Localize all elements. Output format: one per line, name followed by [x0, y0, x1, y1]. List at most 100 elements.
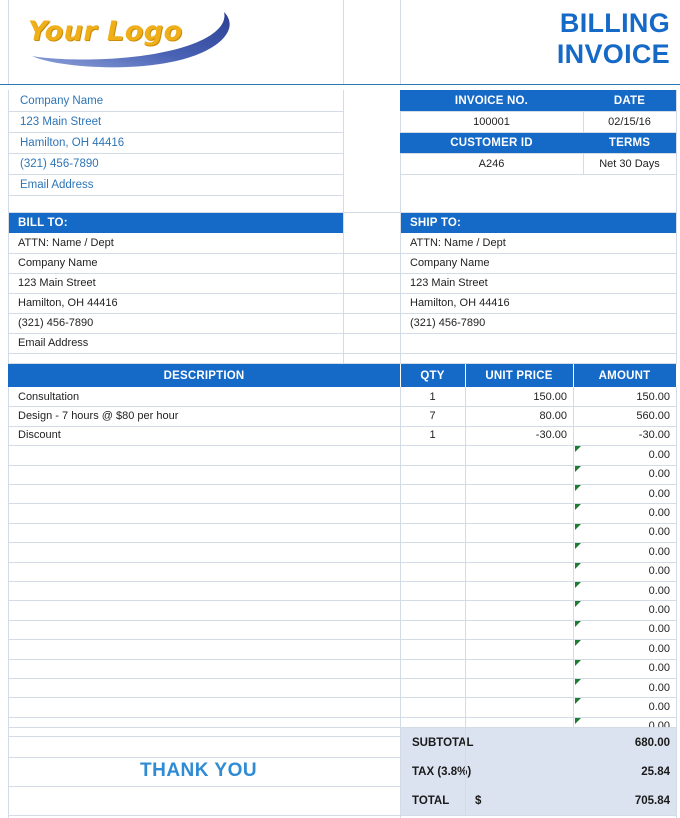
billship-column-border	[8, 213, 9, 353]
item-unit-price[interactable]	[465, 542, 567, 561]
item-qty[interactable]	[400, 600, 465, 619]
bill-to-line[interactable]: Hamilton, OH 44416	[18, 293, 341, 313]
item-amount[interactable]: 0.00	[573, 445, 670, 464]
ship-to-line[interactable]	[410, 333, 674, 353]
item-unit-price[interactable]: 80.00	[465, 406, 567, 425]
item-description[interactable]	[18, 484, 396, 503]
item-unit-price[interactable]	[465, 465, 567, 484]
item-qty[interactable]	[400, 659, 465, 678]
item-qty[interactable]	[400, 581, 465, 600]
item-amount[interactable]: 150.00	[573, 387, 670, 406]
item-amount[interactable]: 0.00	[573, 678, 670, 697]
item-description[interactable]	[18, 697, 396, 716]
item-qty[interactable]	[400, 465, 465, 484]
item-qty[interactable]	[400, 542, 465, 561]
cell-error-indicator-icon	[575, 562, 581, 569]
item-description[interactable]: Discount	[18, 426, 396, 445]
item-description[interactable]	[18, 562, 396, 581]
item-description[interactable]	[18, 600, 396, 619]
totals-label: TAX (3.8%)	[412, 765, 472, 778]
invoice-sheet: Your Logo BILLING INVOICE Company Name 123 M…	[0, 0, 680, 818]
item-unit-price[interactable]: 150.00	[465, 387, 567, 406]
item-unit-price[interactable]	[465, 445, 567, 464]
item-unit-price[interactable]	[465, 562, 567, 581]
item-description[interactable]: Design - 7 hours @ $80 per hour	[18, 406, 396, 425]
item-unit-price[interactable]	[465, 600, 567, 619]
item-qty[interactable]: 1	[400, 426, 465, 445]
item-amount[interactable]: 0.00	[573, 659, 670, 678]
item-qty[interactable]	[400, 639, 465, 658]
ship-to-line[interactable]: Company Name	[410, 253, 674, 273]
item-description[interactable]	[18, 659, 396, 678]
item-qty[interactable]: 1	[400, 387, 465, 406]
item-unit-price[interactable]: -30.00	[465, 426, 567, 445]
item-description[interactable]	[18, 620, 396, 639]
item-amount[interactable]: 0.00	[573, 562, 670, 581]
date-value[interactable]: 02/15/16	[583, 111, 676, 132]
item-description[interactable]	[18, 503, 396, 522]
cell-error-indicator-icon	[575, 485, 581, 491]
item-description[interactable]	[18, 542, 396, 561]
item-qty[interactable]	[400, 678, 465, 697]
item-qty[interactable]: 7	[400, 406, 465, 425]
item-qty[interactable]	[400, 697, 465, 716]
item-unit-price[interactable]	[465, 484, 567, 503]
item-qty[interactable]	[400, 523, 465, 542]
item-amount[interactable]: 0.00	[573, 620, 670, 639]
item-qty[interactable]	[400, 620, 465, 639]
item-amount[interactable]: 0.00	[573, 639, 670, 658]
item-unit-price[interactable]	[465, 620, 567, 639]
totals-column-border	[676, 728, 677, 818]
ship-to-line[interactable]: Hamilton, OH 44416	[410, 293, 674, 313]
item-amount[interactable]: 0.00	[573, 581, 670, 600]
item-description[interactable]	[18, 581, 396, 600]
bill-to-line[interactable]: Email Address	[18, 333, 341, 353]
item-amount[interactable]: 0.00	[573, 503, 670, 522]
customer-id-value[interactable]: A246	[400, 153, 583, 174]
invoice-no-value[interactable]: 100001	[400, 111, 583, 132]
item-qty[interactable]	[400, 503, 465, 522]
header-cell-divider	[573, 364, 574, 387]
item-unit-price[interactable]	[465, 639, 567, 658]
item-amount[interactable]: 0.00	[573, 465, 670, 484]
totals-cell-divider	[465, 786, 466, 815]
meta-column-divider	[583, 111, 584, 132]
item-unit-price[interactable]	[465, 581, 567, 600]
title-line-2: INVOICE	[556, 39, 670, 69]
item-amount[interactable]: 560.00	[573, 406, 670, 425]
cell-error-indicator-icon	[575, 601, 581, 608]
item-unit-price[interactable]	[465, 523, 567, 542]
totals-cell-divider	[465, 728, 466, 757]
bill-to-line[interactable]: Company Name	[18, 253, 341, 273]
item-amount[interactable]: 0.00	[573, 523, 670, 542]
totals-currency-symbol	[475, 728, 515, 757]
item-description[interactable]	[18, 639, 396, 658]
ship-to-line[interactable]: ATTN: Name / Dept	[410, 233, 674, 253]
grid-row-line	[400, 353, 676, 354]
item-description[interactable]	[18, 465, 396, 484]
bill-to-line[interactable]: ATTN: Name / Dept	[18, 233, 341, 253]
bill-to-line[interactable]: (321) 456-7890	[18, 313, 341, 333]
ship-to-line[interactable]: 123 Main Street	[410, 273, 674, 293]
item-unit-price[interactable]	[465, 678, 567, 697]
item-description[interactable]: Consultation	[18, 387, 396, 406]
item-qty[interactable]	[400, 484, 465, 503]
item-amount[interactable]: 0.00	[573, 484, 670, 503]
item-amount[interactable]: 0.00	[573, 600, 670, 619]
item-description[interactable]	[18, 445, 396, 464]
item-qty[interactable]	[400, 562, 465, 581]
item-amount[interactable]: -30.00	[573, 426, 670, 445]
item-unit-price[interactable]	[465, 659, 567, 678]
item-description[interactable]	[18, 678, 396, 697]
bill-to-line[interactable]: 123 Main Street	[18, 273, 341, 293]
item-amount[interactable]: 0.00	[573, 697, 670, 716]
item-amount[interactable]: 0.00	[573, 542, 670, 561]
item-description[interactable]	[18, 523, 396, 542]
spacer-right-border	[676, 174, 677, 213]
item-unit-price[interactable]	[465, 697, 567, 716]
item-qty[interactable]	[400, 445, 465, 464]
grid-row-line	[8, 195, 343, 196]
ship-to-line[interactable]: (321) 456-7890	[410, 313, 674, 333]
item-unit-price[interactable]	[465, 503, 567, 522]
terms-value[interactable]: Net 30 Days	[583, 153, 676, 174]
